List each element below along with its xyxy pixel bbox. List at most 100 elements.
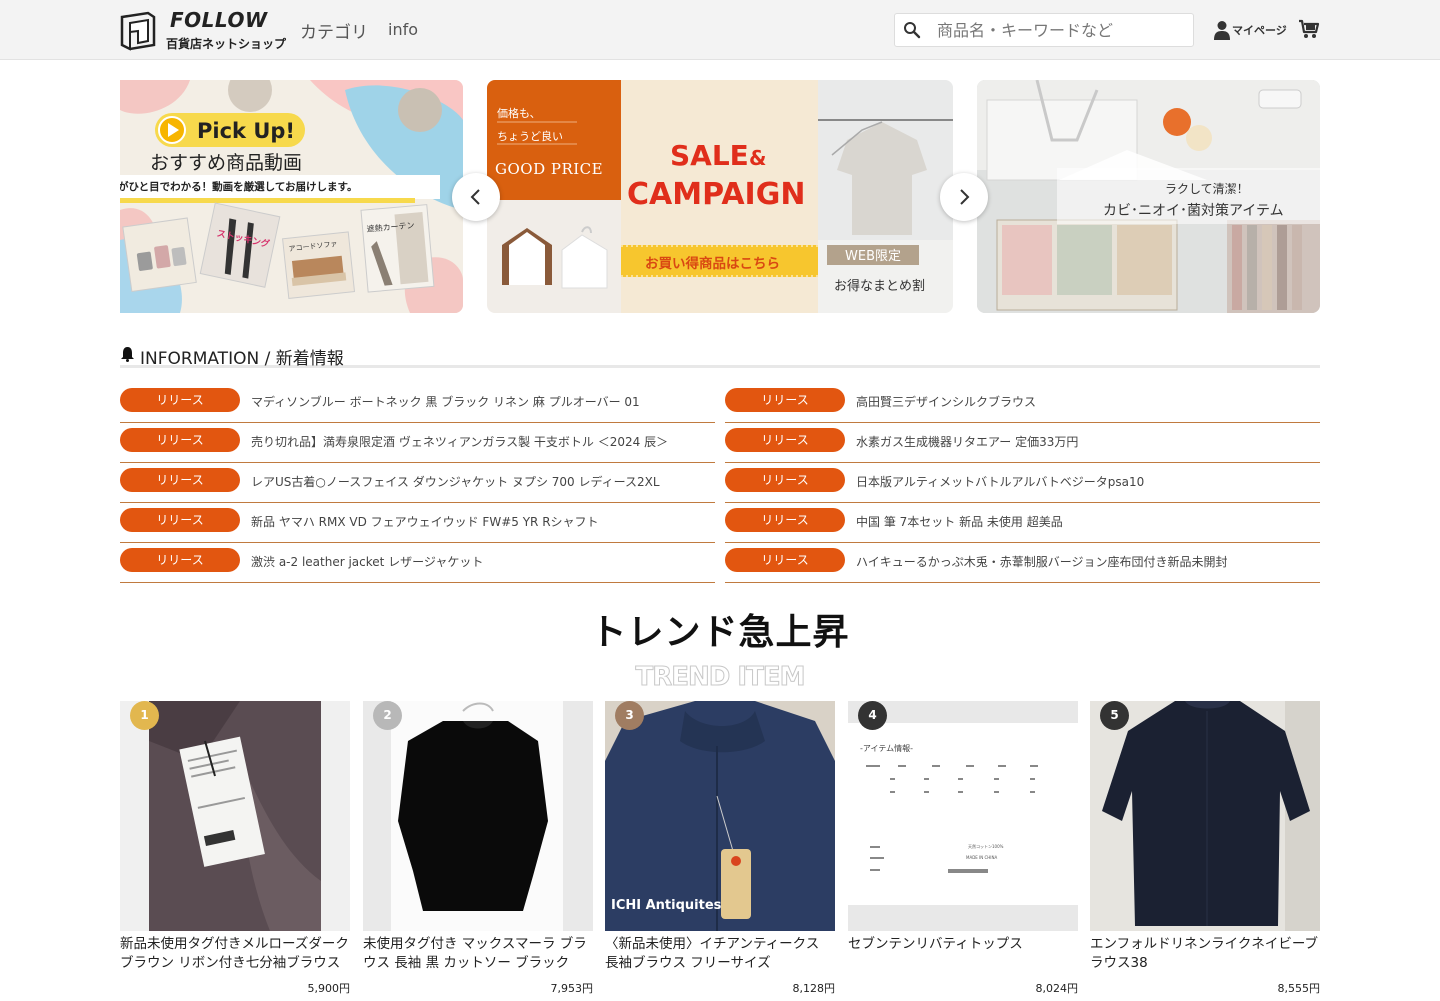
- amp-text: &: [749, 146, 766, 170]
- release-badge: リリース: [120, 468, 240, 492]
- product-name[interactable]: エンフォルドリネンライクネイビーブラウス38: [1090, 935, 1320, 973]
- news-item[interactable]: リリース 新品 ヤマハ RMX VD フェアウェイウッド FW#5 YR Rシャ…: [120, 503, 715, 543]
- news-item-text: 中国 筆 7本セット 新品 未使用 超美品: [856, 515, 1063, 529]
- nav-info-link[interactable]: info: [388, 20, 418, 39]
- news-item-text: 売り切れ品】満寿泉限定酒 ヴェネツィアンガラス製 干支ボトル ＜2024 辰＞: [251, 435, 669, 449]
- news-item[interactable]: リリース 激渋 a-2 leather jacket レザージャケット: [120, 543, 715, 583]
- trend-title: トレンド急上昇: [590, 612, 850, 653]
- product-name[interactable]: 〈新品未使用〉イチアンティークス 長袖ブラウス フリーサイズ: [605, 935, 835, 973]
- campaign-text: CAMPAIGN: [627, 177, 805, 212]
- sale-banner-art: 価格も、 ちょうど良い GOOD PRICE SALE & CAMPAIGN お…: [487, 80, 953, 313]
- news-item-text: 激渋 a-2 leather jacket レザージャケット: [251, 555, 484, 569]
- release-badge: リリース: [120, 548, 240, 572]
- pickup-video-banner[interactable]: Pick Up! おすすめ商品動画 がひと目でわかる！動画を厳選してお届けします…: [120, 80, 463, 313]
- product-image[interactable]: ICHI Antiquites: [605, 701, 835, 931]
- product-photo: [363, 701, 593, 931]
- product-image[interactable]: [120, 701, 350, 931]
- bundle-text: お得なまとめ割: [834, 278, 925, 294]
- web-only-badge: WEB限定: [845, 249, 901, 264]
- news-item-text: 日本版アルティメットバトルアルバトベジータpsa10: [856, 475, 1145, 489]
- mypage-label: マイページ: [1232, 24, 1287, 37]
- trend-subtitle: TREND ITEM: [635, 662, 806, 693]
- news-item[interactable]: リリース レアUS古着○ノースフェイス ダウンジャケット ヌプシ 700 レディ…: [120, 463, 715, 503]
- hygiene-line2: カビ･ニオイ･菌対策アイテム: [1103, 202, 1284, 219]
- product-name[interactable]: セブンテンリバティトップス: [848, 935, 1078, 954]
- release-badge: リリース: [120, 428, 240, 452]
- release-badge: リリース: [725, 548, 845, 572]
- product-name[interactable]: 新品未使用タグ付きメルローズダークブラウン リボン付き七分袖ブラウス: [120, 935, 350, 973]
- rank-badge: 1: [130, 701, 159, 730]
- user-icon: [1214, 21, 1230, 40]
- nav-category-link[interactable]: カテゴリ: [300, 18, 368, 43]
- product-image[interactable]: -アイテム情報- 天然コットン100% MADE IN CHINA: [848, 701, 1078, 931]
- logo-title: FOLLOW: [170, 8, 268, 32]
- pickup-caption: がひと目でわかる！動画を厳選してお届けします。: [120, 180, 358, 193]
- information-title: INFORMATION / 新着情報: [140, 349, 344, 369]
- good-price-text: GOOD PRICE: [495, 160, 603, 178]
- search-box: [894, 13, 1194, 47]
- pickup-banner-art: Pick Up! おすすめ商品動画 がひと目でわかる！動画を厳選してお届けします…: [120, 80, 463, 313]
- news-item[interactable]: リリース 日本版アルティメットバトルアルバトベジータpsa10: [725, 463, 1320, 503]
- chevron-right-icon: [960, 189, 970, 205]
- site-logo[interactable]: FOLLOW 百貨店ネットショップ: [120, 8, 290, 53]
- release-badge: リリース: [725, 508, 845, 532]
- news-item[interactable]: リリース 高田賢三デザインシルクブラウス: [725, 383, 1320, 423]
- news-item-text: 水素ガス生成機器リタエアー 定価33万円: [856, 435, 1079, 449]
- mold-odor-banner[interactable]: ラクして清潔！ カビ･ニオイ･菌対策アイテム: [977, 80, 1320, 313]
- release-badge: リリース: [120, 508, 240, 532]
- product-name[interactable]: 未使用タグ付き マックスマーラ ブラウス 長袖 黒 カットソー ブラック: [363, 935, 593, 973]
- logo-mark-icon: [120, 11, 156, 51]
- sheet-material: 天然コットン100%: [968, 843, 1004, 849]
- news-item-text: ハイキューるかっぷ木兎・赤葦制服バージョン座布団付き新品未開封: [856, 555, 1228, 569]
- news-item-text: 高田賢三デザインシルクブラウス: [856, 395, 1037, 409]
- product-photo: [1090, 701, 1320, 931]
- hygiene-banner-art: ラクして清潔！ カビ･ニオイ･菌対策アイテム: [977, 80, 1320, 313]
- product-card[interactable]: 2 未使用タグ付き マックスマーラ ブラウス 長袖 黒 カットソー ブラック 7…: [363, 701, 593, 1001]
- bell-icon: [121, 347, 134, 362]
- news-item-text: マディソンブルー ボートネック 黒 ブラック リネン 麻 プルオーバー 01: [251, 395, 640, 409]
- news-item[interactable]: リリース 中国 筆 7本セット 新品 未使用 超美品: [725, 503, 1320, 543]
- release-badge: リリース: [725, 428, 845, 452]
- sale-text: SALE: [670, 139, 749, 172]
- sale-campaign-banner[interactable]: 価格も、 ちょうど良い GOOD PRICE SALE & CAMPAIGN お…: [487, 80, 953, 313]
- product-card[interactable]: ICHI Antiquites 3 〈新品未使用〉イチアンティークス 長袖ブラウ…: [605, 701, 835, 1001]
- cart-icon[interactable]: [1298, 18, 1320, 40]
- product-price: 8,024円: [1035, 982, 1079, 995]
- sheet-origin: MADE IN CHINA: [966, 855, 997, 860]
- price-line1: 価格も、: [497, 106, 541, 120]
- rank-badge: 3: [615, 701, 644, 730]
- deal-text: お買い得商品はこちら: [645, 255, 780, 272]
- release-badge: リリース: [725, 388, 845, 412]
- product-card[interactable]: -アイテム情報- 天然コットン100% MADE IN CHINA 4 セブンテ…: [848, 701, 1078, 1001]
- information-header: INFORMATION / 新着情報: [120, 342, 1320, 369]
- rank-badge: 2: [373, 701, 402, 730]
- pickup-badge: Pick Up!: [197, 119, 295, 143]
- image-watermark: ICHI Antiquites: [611, 898, 722, 913]
- logo-subtitle: 百貨店ネットショップ: [166, 37, 287, 51]
- site-header: FOLLOW 百貨店ネットショップ カテゴリ info マイページ: [0, 0, 1440, 60]
- carousel-next-button[interactable]: [940, 173, 988, 221]
- product-price: 8,128円: [792, 982, 836, 995]
- mypage-link[interactable]: マイページ: [1213, 19, 1287, 41]
- product-price: 8,555円: [1277, 982, 1321, 995]
- product-image[interactable]: [363, 701, 593, 931]
- product-card[interactable]: 5 エンフォルドリネンライクネイビーブラウス38 8,555円: [1090, 701, 1320, 1001]
- news-item[interactable]: リリース 水素ガス生成機器リタエアー 定価33万円: [725, 423, 1320, 463]
- sheet-title: -アイテム情報-: [860, 743, 913, 753]
- news-item[interactable]: リリース マディソンブルー ボートネック 黒 ブラック リネン 麻 プルオーバー…: [120, 383, 715, 423]
- product-card[interactable]: 1 新品未使用タグ付きメルローズダークブラウン リボン付き七分袖ブラウス 5,9…: [120, 701, 350, 1001]
- product-price: 7,953円: [550, 982, 594, 995]
- product-photo: [120, 701, 350, 931]
- carousel-prev-button[interactable]: [452, 173, 500, 221]
- news-item[interactable]: リリース ハイキューるかっぷ木兎・赤葦制服バージョン座布団付き新品未開封: [725, 543, 1320, 583]
- release-badge: リリース: [120, 388, 240, 412]
- rank-badge: 4: [858, 701, 887, 730]
- product-image[interactable]: [1090, 701, 1320, 931]
- search-input[interactable]: [937, 14, 1187, 46]
- price-line2: ちょうど良い: [497, 129, 563, 143]
- hygiene-line1: ラクして清潔！: [1165, 182, 1249, 196]
- product-price: 5,900円: [307, 982, 351, 995]
- pickup-title: おすすめ商品動画: [150, 152, 302, 174]
- search-icon[interactable]: [903, 21, 921, 39]
- news-item[interactable]: リリース 売り切れ品】満寿泉限定酒 ヴェネツィアンガラス製 干支ボトル ＜202…: [120, 423, 715, 463]
